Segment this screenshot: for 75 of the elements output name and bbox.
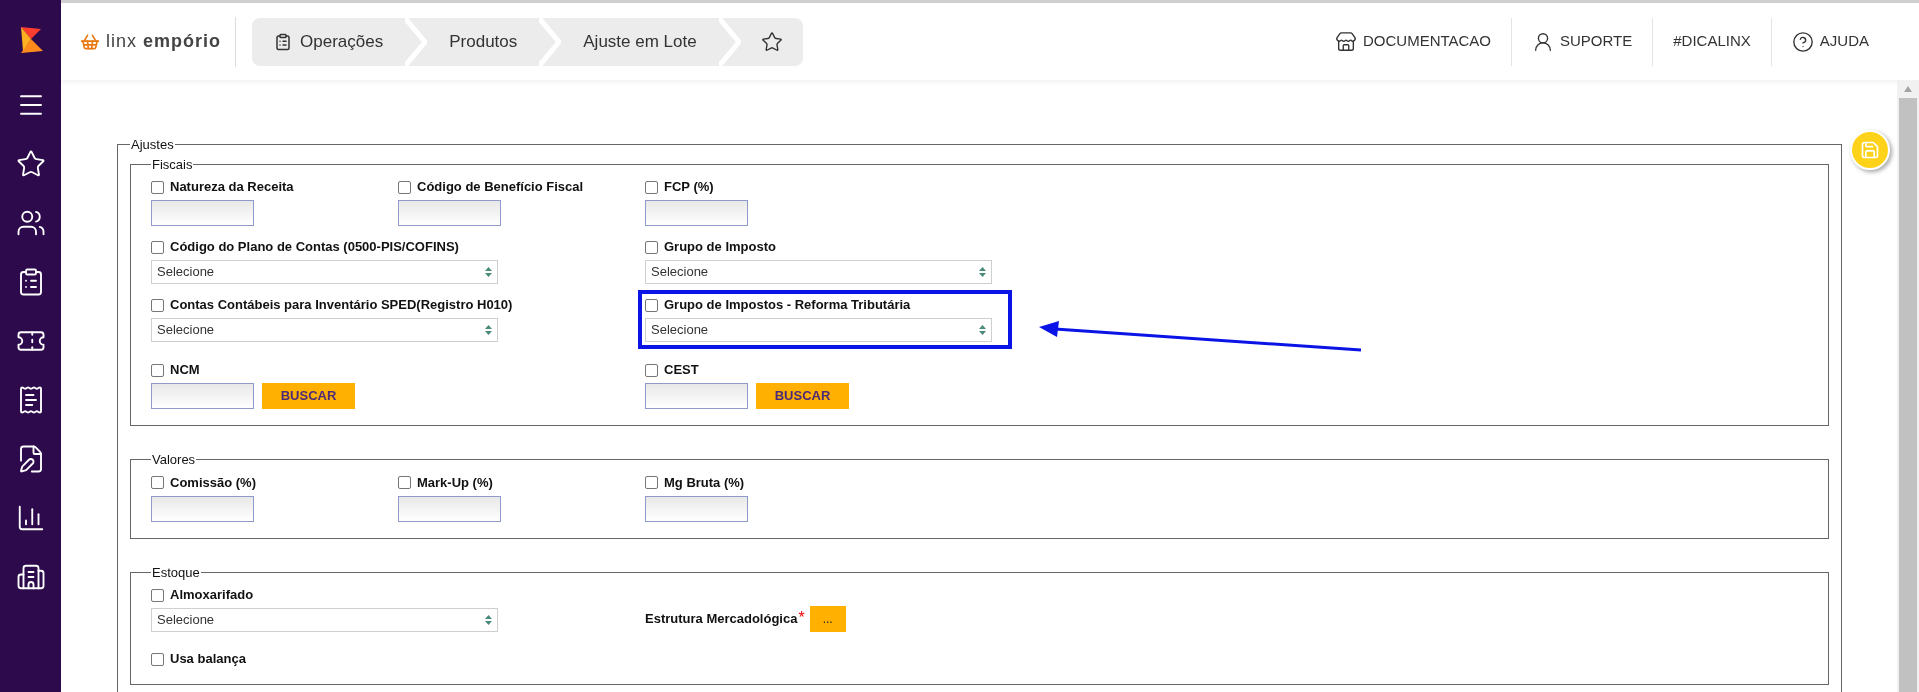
breadcrumb-link[interactable]: Produtos: [427, 28, 540, 55]
input-field[interactable]: [151, 495, 254, 522]
checkbox[interactable]: [151, 652, 164, 666]
star-icon[interactable]: [15, 149, 46, 179]
sort-arrows-icon: [485, 325, 492, 335]
required-mark: *: [798, 608, 805, 628]
clipboard-icon: [274, 32, 293, 51]
input-field[interactable]: [645, 383, 748, 409]
input-field[interactable]: [645, 200, 748, 226]
scrollbar[interactable]: [1897, 80, 1919, 692]
select-field[interactable]: Selecione: [645, 260, 992, 284]
section-title: Fiscais: [151, 155, 194, 174]
help-icon: [1791, 30, 1814, 53]
input-field[interactable]: [398, 200, 501, 226]
browse-button[interactable]: ...: [809, 606, 846, 632]
section-title: Estoque: [151, 563, 201, 582]
breadcrumb-link[interactable]: Ajuste em Lote: [561, 28, 719, 55]
select-field[interactable]: Selecione: [151, 608, 498, 632]
checkbox[interactable]: [398, 476, 411, 489]
checkbox[interactable]: [151, 240, 164, 254]
field-label: Grupo de Impostos - Reforma Tributária: [664, 296, 911, 315]
checkbox[interactable]: [645, 240, 658, 254]
input-field[interactable]: [398, 495, 501, 522]
header-link[interactable]: #DICALINX: [1652, 17, 1771, 66]
sort-arrows-icon: [979, 325, 986, 335]
checkbox[interactable]: [151, 476, 164, 489]
checkbox[interactable]: [645, 298, 658, 312]
header-link[interactable]: DOCUMENTACAO: [1314, 17, 1512, 66]
scroll-up-icon: [1903, 85, 1913, 93]
field-label: NCM: [170, 361, 200, 380]
building-icon[interactable]: [15, 562, 46, 592]
sort-arrows-icon: [485, 615, 492, 625]
brand-name: linx empório: [106, 30, 222, 53]
store-icon: [1334, 30, 1357, 53]
search-button[interactable]: BUSCAR: [262, 383, 355, 409]
sort-arrows-icon: [979, 267, 986, 277]
basket-icon: [80, 31, 100, 52]
field-label: Contas Contábeis para Inventário SPED(Registro H010): [170, 296, 513, 315]
field-label: Estrutura Mercadológica: [645, 610, 798, 629]
field-label: Usa balança: [170, 650, 246, 669]
checkbox[interactable]: [151, 180, 164, 194]
field-label: CEST: [664, 361, 699, 380]
checkbox[interactable]: [398, 180, 411, 194]
header-link[interactable]: SUPORTE: [1511, 17, 1653, 66]
field-label: Mg Bruta (%): [664, 473, 745, 492]
users-icon[interactable]: [15, 208, 46, 238]
input-field[interactable]: [151, 200, 254, 226]
favorite-star-icon[interactable]: [760, 30, 783, 53]
breadcrumb-link[interactable]: Operações: [252, 28, 406, 55]
field-label: Código do Plano de Contas (0500-PIS/COFINS): [170, 238, 459, 257]
input-field[interactable]: [645, 495, 748, 522]
select-field[interactable]: Selecione: [151, 318, 498, 342]
save-icon: [1860, 140, 1880, 160]
checkbox[interactable]: [645, 363, 658, 377]
field-label: FCP (%): [664, 178, 714, 197]
header-link[interactable]: AJUDA: [1770, 17, 1889, 66]
checkbox[interactable]: [645, 476, 658, 489]
select-field[interactable]: Selecione: [645, 318, 992, 342]
field-label: Código de Benefício Fiscal: [417, 178, 584, 197]
search-button[interactable]: BUSCAR: [756, 383, 849, 409]
checkbox[interactable]: [151, 588, 164, 602]
field-label: Grupo de Imposto: [664, 238, 776, 257]
checkbox[interactable]: [151, 363, 164, 377]
field-label: Comissão (%): [170, 473, 256, 492]
section-title: Valores: [151, 451, 197, 469]
checkbox[interactable]: [645, 180, 658, 194]
field-label: Mark-Up (%): [417, 473, 493, 492]
checkbox[interactable]: [151, 298, 164, 312]
scrollbar-thumb[interactable]: [1899, 98, 1917, 692]
field-label: Almoxarifado: [170, 586, 254, 605]
input-field[interactable]: [151, 383, 254, 409]
select-field[interactable]: Selecione: [151, 260, 498, 284]
field-label: Natureza da Receita: [170, 178, 294, 197]
panel-title: Ajustes: [130, 136, 175, 154]
sort-arrows-icon: [485, 267, 492, 277]
